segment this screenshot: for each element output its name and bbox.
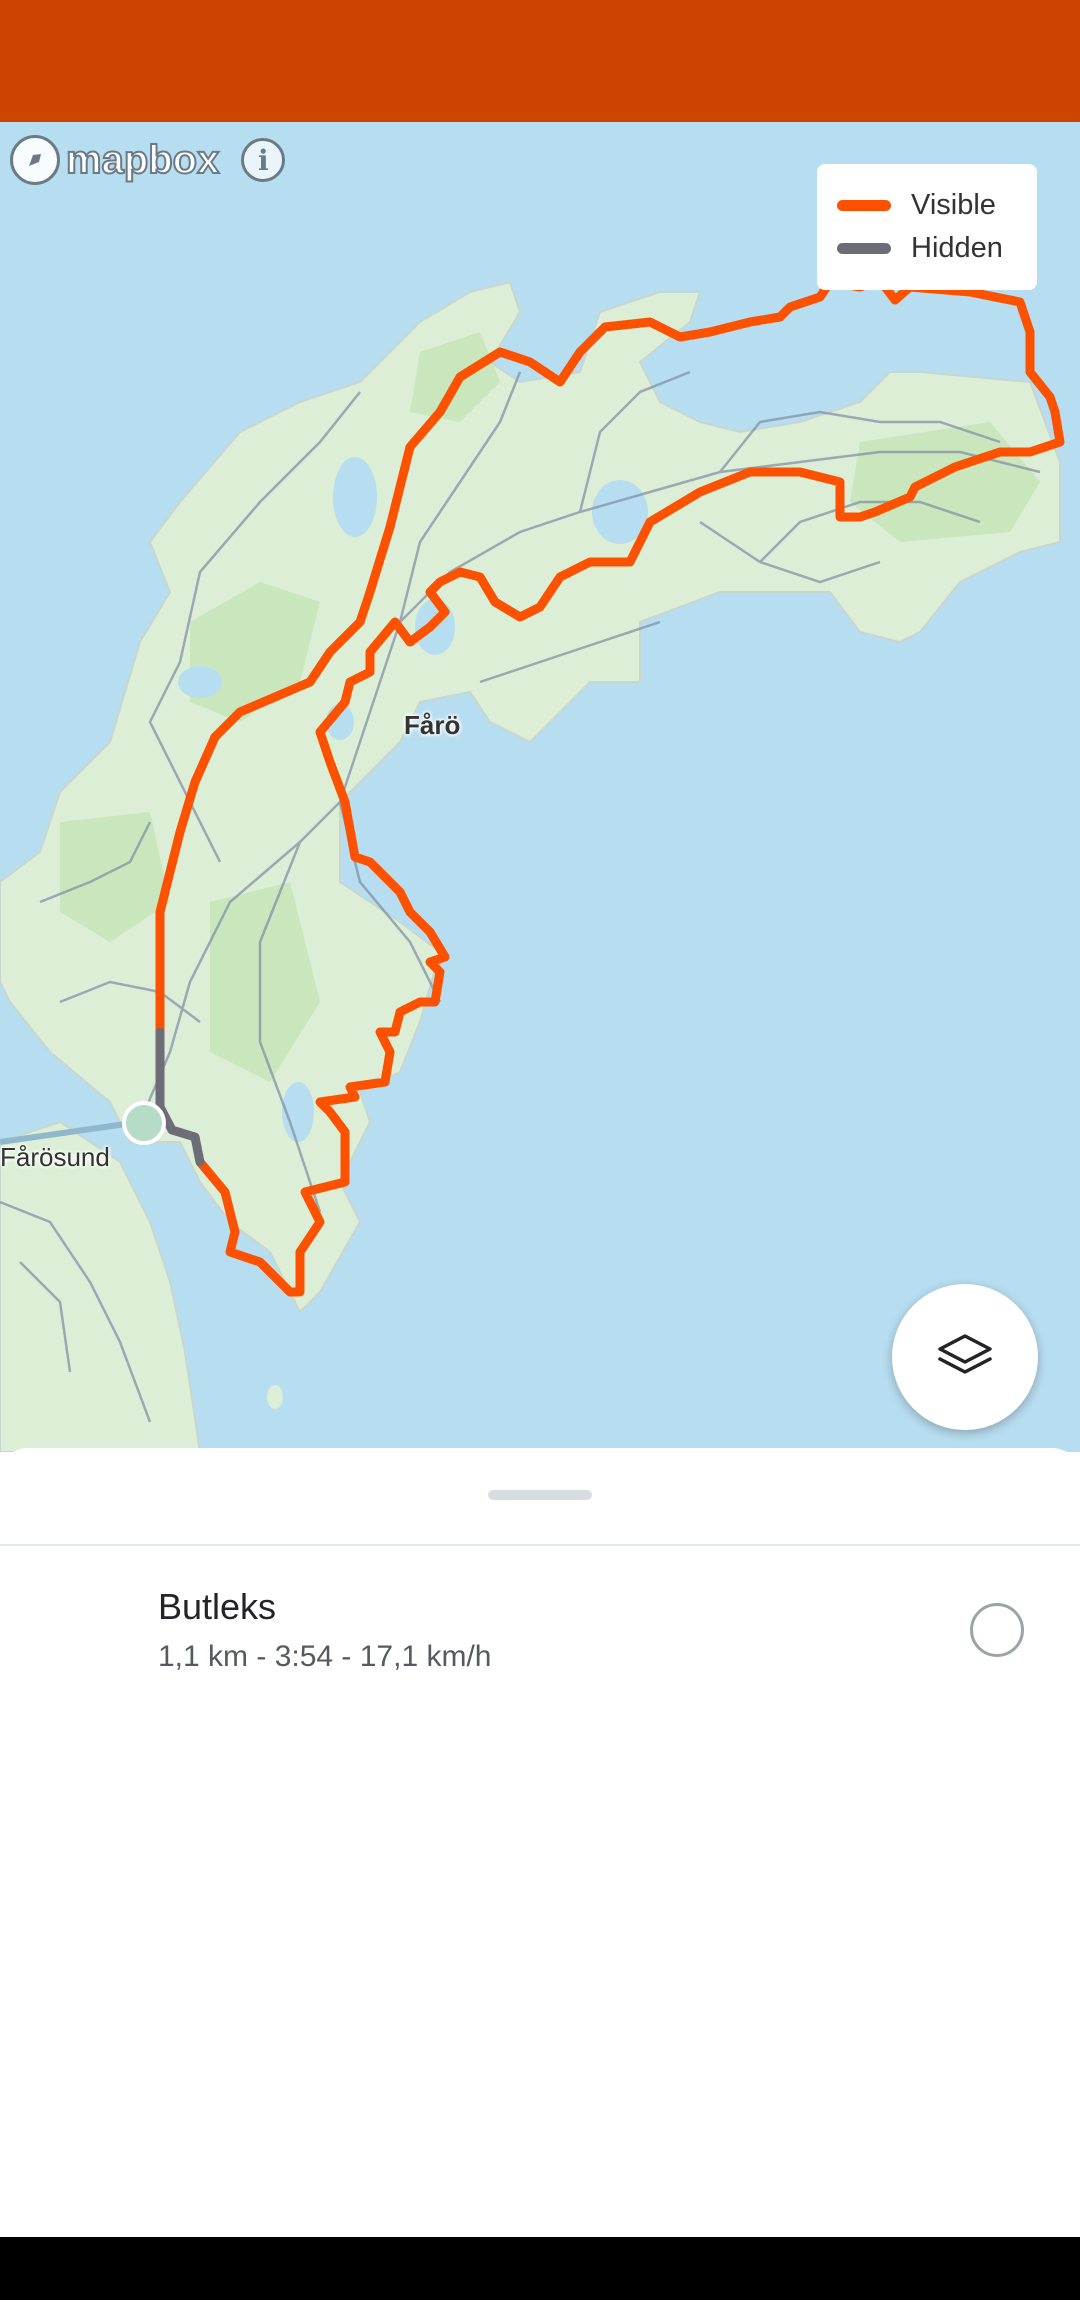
bottom-sheet[interactable]: Butleks 1,1 km - 3:54 - 17,1 km/h xyxy=(0,1448,1080,2236)
map-canvas[interactable] xyxy=(0,122,1080,1452)
sheet-divider xyxy=(0,1544,1080,1546)
route-start-marker[interactable] xyxy=(122,1101,166,1145)
legend-label-hidden: Hidden xyxy=(911,232,1003,264)
mapbox-wordmark: mapbox xyxy=(65,137,220,183)
activity-select-radio[interactable] xyxy=(970,1603,1024,1657)
place-label-faro: Fårö xyxy=(404,710,461,740)
mapbox-logo-icon xyxy=(10,135,60,185)
system-navigation-bar xyxy=(0,2237,1080,2300)
map-layers-button[interactable] xyxy=(892,1284,1038,1430)
mapbox-attribution[interactable]: mapbox i xyxy=(10,132,286,188)
layers-icon xyxy=(938,1334,992,1374)
activity-title: Butleks xyxy=(158,1586,277,1627)
legend-swatch-visible xyxy=(837,200,891,211)
land-layer xyxy=(0,280,1061,1452)
activity-stats: 1,1 km - 3:54 - 17,1 km/h xyxy=(158,1640,492,1673)
info-icon[interactable]: i xyxy=(241,138,286,182)
place-label-farosund: Fårösund xyxy=(0,1142,110,1172)
legend-swatch-hidden xyxy=(837,243,891,254)
lake xyxy=(333,457,377,537)
status-bar xyxy=(0,0,1080,122)
sheet-drag-handle[interactable] xyxy=(488,1490,592,1500)
islet xyxy=(267,1385,283,1409)
route-legend: Visible Hidden xyxy=(817,164,1037,290)
legend-label-visible: Visible xyxy=(911,189,996,221)
legend-row-hidden: Hidden xyxy=(837,227,1017,270)
activity-list-item[interactable]: Butleks 1,1 km - 3:54 - 17,1 km/h xyxy=(0,1548,1080,1724)
legend-row-visible: Visible xyxy=(837,184,1017,227)
lake xyxy=(178,666,222,698)
map-view[interactable]: Fårö Fårösund mapbox i Visible Hidden xyxy=(0,122,1080,1452)
